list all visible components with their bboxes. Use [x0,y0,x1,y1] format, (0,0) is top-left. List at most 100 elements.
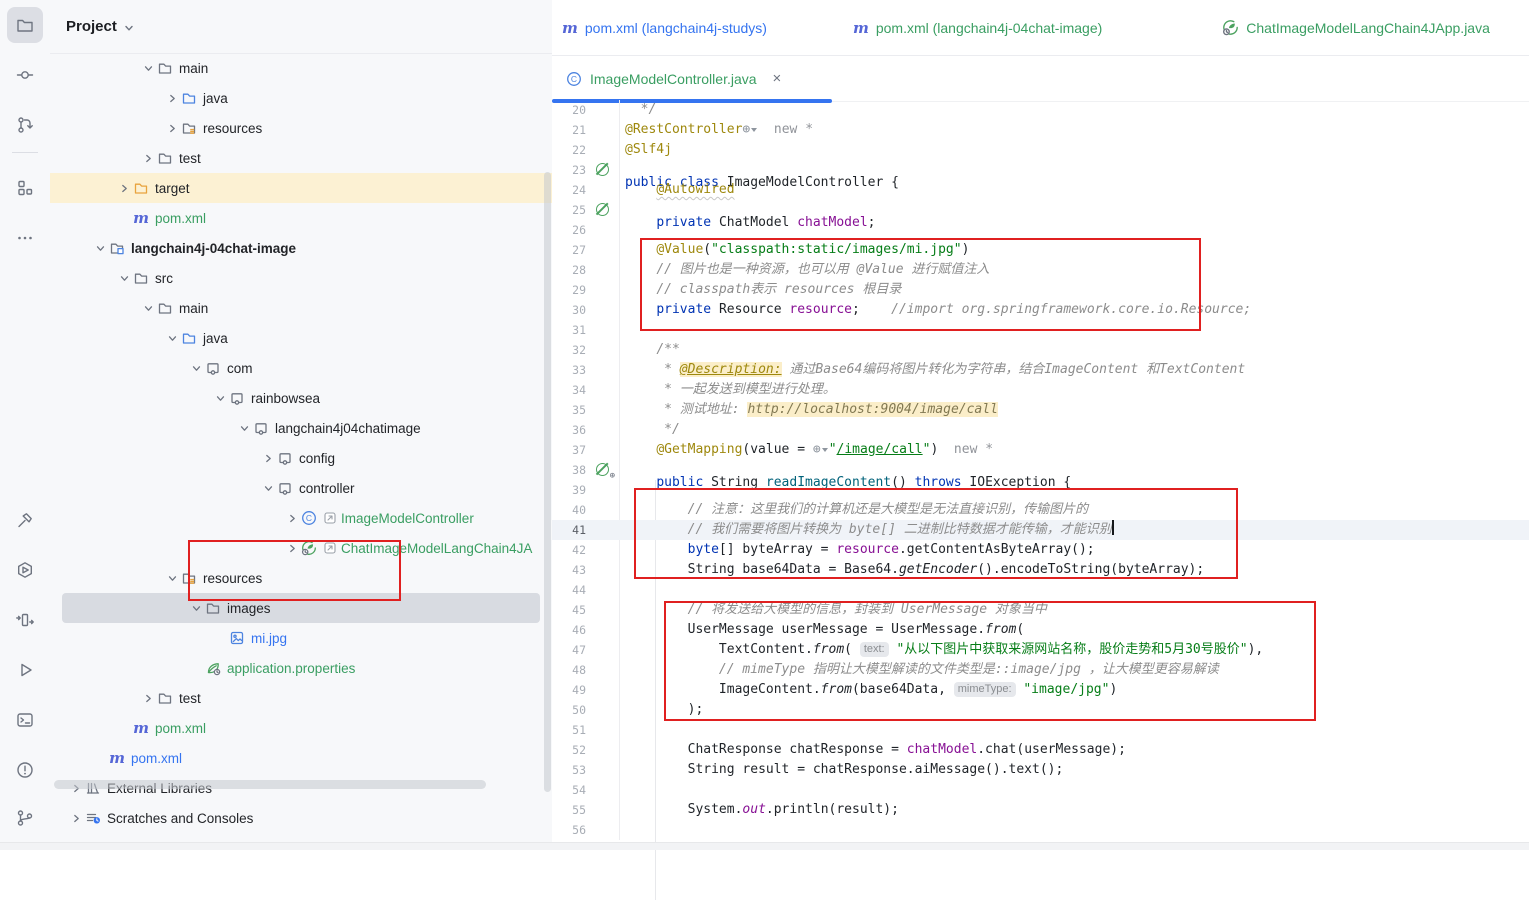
code-line-44[interactable]: 44 [552,580,1529,600]
code-line-47[interactable]: 47 TextContent.from( text: "从以下图片中获取来源网站… [552,640,1529,660]
chevron-down-icon[interactable] [164,330,180,346]
code-line-38[interactable]: 38 public String readImageContent() thro… [552,460,1529,480]
code-line-48[interactable]: 48 // mimeType 指明让大模型解读的文件类型是::image/jpg… [552,660,1529,680]
code-line-46[interactable]: 46 UserMessage userMessage = UserMessage… [552,620,1529,640]
project-panel-vertical-scrollbar[interactable] [544,172,551,792]
code-line-36[interactable]: 36 */ [552,420,1529,440]
window-tab-3[interactable]: ChatImageModelLangChain4JApp.java [1222,19,1490,36]
more-icon[interactable] [7,220,43,256]
branch-graph-icon[interactable] [7,107,43,143]
code-line-39[interactable]: 39 [552,480,1529,500]
chevron-down-icon[interactable] [236,420,252,436]
tree-item-java[interactable]: java [50,83,552,113]
tree-item-controller[interactable]: controller [50,473,552,503]
window-tab-2[interactable]: mpom.xml (langchain4j-04chat-image) [853,20,1102,36]
chevron-right-icon[interactable] [140,150,156,166]
code-line-35[interactable]: 35 * 测试地址: http://localhost:9004/image/c… [552,400,1529,420]
code-line-43[interactable]: 43 String base64Data = Base64.getEncoder… [552,560,1529,580]
chevron-right-icon[interactable] [284,540,300,556]
git-branch-icon[interactable] [7,800,43,836]
commit-icon[interactable] [7,57,43,93]
tree-item-scratches-and-consoles[interactable]: Scratches and Consoles [50,803,552,833]
tree-item-application-properties[interactable]: application.properties [50,653,552,683]
close-icon[interactable]: × [773,70,782,87]
code-line-26[interactable]: 26 [552,220,1529,240]
tree-item-resources[interactable]: resources [50,563,552,593]
tree-item-test[interactable]: test [50,143,552,173]
chevron-right-icon[interactable] [116,180,132,196]
chevron-right-icon[interactable] [164,90,180,106]
project-panel-header[interactable]: Project [50,0,552,54]
url-globe-icon[interactable]: ⊕ [813,442,829,457]
tree-item-langchain4j-04chat-image[interactable]: langchain4j-04chat-image [50,233,552,263]
chevron-down-icon[interactable] [140,300,156,316]
tree-item-mi-jpg[interactable]: mi.jpg [50,623,552,653]
tree-item-resources[interactable]: resources [50,113,552,143]
code-line-22[interactable]: 22@Slf4j [552,140,1529,160]
spring-bean-gutter-icon[interactable] [596,163,609,176]
tree-item-imagemodelcontroller[interactable]: CImageModelController [50,503,552,533]
tree-item-config[interactable]: config [50,443,552,473]
tree-item-target[interactable]: target [50,173,552,203]
tree-item-src[interactable]: src [50,263,552,293]
chevron-right-icon[interactable] [284,510,300,526]
tree-item-com[interactable]: com [50,353,552,383]
services-icon[interactable] [7,552,43,588]
code-editor[interactable]: 20 */21@RestController⊕ new *22@Slf4j23p… [552,100,1529,843]
tree-item-pom-xml[interactable]: mpom.xml [50,743,552,773]
code-line-56[interactable]: 56 [552,820,1529,840]
code-line-40[interactable]: 40 // 注意：这里我们的计算机还是大模型是无法直接识别，传输图片的 [552,500,1529,520]
tree-item-pom-xml[interactable]: mpom.xml [50,713,552,743]
code-line-21[interactable]: 21@RestController⊕ new * [552,120,1529,140]
chevron-right-icon[interactable] [260,450,276,466]
code-line-53[interactable]: 53 String result = chatResponse.aiMessag… [552,760,1529,780]
chevron-down-icon[interactable] [188,600,204,616]
build-hammer-icon[interactable] [7,502,43,538]
project-folder-icon[interactable] [7,7,43,43]
chevron-down-icon[interactable] [92,240,108,256]
structure-icon[interactable] [7,170,43,206]
code-line-52[interactable]: 52 ChatResponse chatResponse = chatModel… [552,740,1529,760]
modules-icon[interactable] [7,602,43,638]
code-line-33[interactable]: 33 * @Description: 通过Base64编码将图片转化为字符串，结… [552,360,1529,380]
chevron-right-icon[interactable] [68,810,84,826]
code-line-27[interactable]: 27 @Value("classpath:static/images/mi.jp… [552,240,1529,260]
file-tab-imagemodelcontroller[interactable]: C ImageModelController.java × [552,70,795,87]
code-line-34[interactable]: 34 * 一起发送到模型进行处理。 [552,380,1529,400]
spring-bean-gutter-icon[interactable] [596,203,609,216]
code-line-50[interactable]: 50 ); [552,700,1529,720]
code-line-24[interactable]: 24 @Autowired [552,180,1529,200]
chevron-down-icon[interactable] [260,480,276,496]
tree-item-langchain4j04chatimage[interactable]: langchain4j04chatimage [50,413,552,443]
code-line-55[interactable]: 55 System.out.println(result); [552,800,1529,820]
code-line-29[interactable]: 29 // classpath表示 resources 根目录 [552,280,1529,300]
code-line-37[interactable]: 37 @GetMapping(value = ⊕"/image/call") n… [552,440,1529,460]
code-line-32[interactable]: 32 /** [552,340,1529,360]
chevron-right-icon[interactable] [140,690,156,706]
tree-item-main[interactable]: main [50,293,552,323]
code-line-28[interactable]: 28 // 图片也是一种资源，也可以用 @Value 进行赋值注入 [552,260,1529,280]
tree-item-images[interactable]: images [50,593,552,623]
chevron-down-icon[interactable] [140,60,156,76]
chevron-right-icon[interactable] [164,120,180,136]
chevron-down-icon[interactable] [188,360,204,376]
code-line-51[interactable]: 51 [552,720,1529,740]
problems-icon[interactable] [7,752,43,788]
tree-item-java[interactable]: java [50,323,552,353]
code-line-41[interactable]: 41 // 我们需要将图片转换为 byte[] 二进制比特数据才能传输，才能识别 [552,520,1529,540]
tree-item-pom-xml[interactable]: mpom.xml [50,203,552,233]
code-line-49[interactable]: 49 ImageContent.from(base64Data, mimeTyp… [552,680,1529,700]
terminal-icon[interactable] [7,702,43,738]
spring-bean-gutter-icon[interactable] [596,463,609,476]
chevron-down-icon[interactable] [116,270,132,286]
run-icon[interactable] [7,652,43,688]
tree-item-chatimagemodellangchain4ja[interactable]: ChatImageModelLangChain4JA [50,533,552,563]
code-line-54[interactable]: 54 [552,780,1529,800]
chevron-down-icon[interactable] [212,390,228,406]
code-line-42[interactable]: 42 byte[] byteArray = resource.getConten… [552,540,1529,560]
project-panel-horizontal-scrollbar[interactable] [54,780,486,789]
code-line-45[interactable]: 45 // 将发送给大模型的信息，封装到 UserMessage 对象当中 [552,600,1529,620]
chevron-down-icon[interactable] [164,570,180,586]
tree-item-main[interactable]: main [50,53,552,83]
tree-item-test[interactable]: test [50,683,552,713]
